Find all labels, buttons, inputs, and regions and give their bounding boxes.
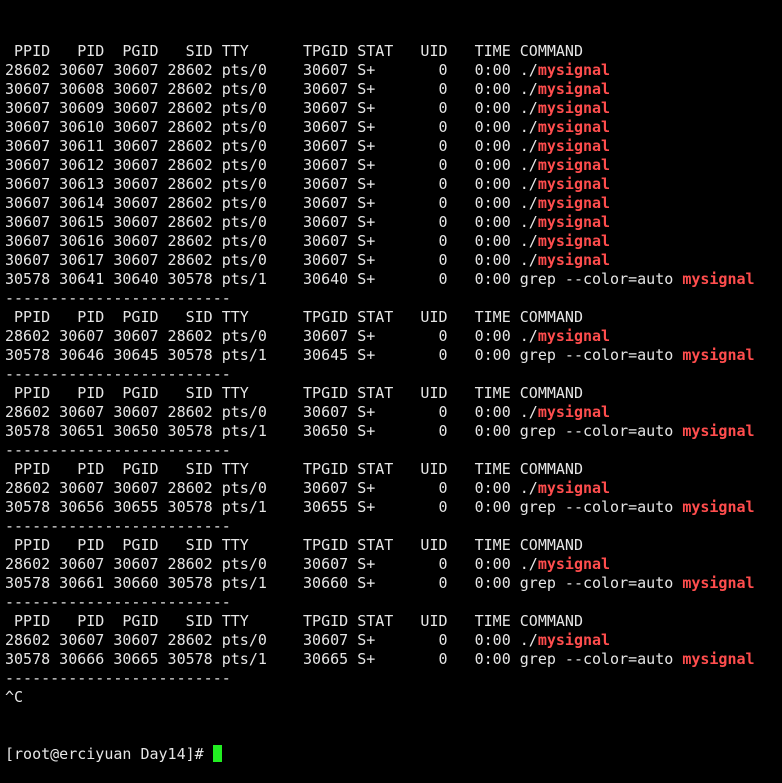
ps-column-header: PPID PID PGID SID TTY TPGID STAT UID TIM… xyxy=(5,42,583,60)
grep-match-highlight: mysignal xyxy=(537,403,611,421)
ps-column-header: PPID PID PGID SID TTY TPGID STAT UID TIM… xyxy=(5,384,583,402)
grep-match-highlight: mysignal xyxy=(537,232,611,250)
separator-line: ------------------------- xyxy=(5,517,231,535)
grep-match-highlight: mysignal xyxy=(537,555,611,573)
separator-line: ------------------------- xyxy=(5,593,231,611)
grep-match-highlight: mysignal xyxy=(537,175,611,193)
process-row-text: 30607 30611 30607 28602 pts/0 30607 S+ 0… xyxy=(5,137,538,155)
grep-match-highlight: mysignal xyxy=(682,574,755,592)
process-row: 30607 30616 30607 28602 pts/0 30607 S+ 0… xyxy=(5,232,782,251)
process-row-text: 30607 30614 30607 28602 pts/0 30607 S+ 0… xyxy=(5,194,538,212)
process-row-text: 30607 30615 30607 28602 pts/0 30607 S+ 0… xyxy=(5,213,538,231)
process-row-text: 30578 30666 30665 30578 pts/1 30665 S+ 0… xyxy=(5,650,683,668)
process-row: 30578 30661 30660 30578 pts/1 30660 S+ 0… xyxy=(5,574,782,593)
ps-column-header: PPID PID PGID SID TTY TPGID STAT UID TIM… xyxy=(5,612,583,630)
grep-match-highlight: mysignal xyxy=(537,327,611,345)
ps-column-header: PPID PID PGID SID TTY TPGID STAT UID TIM… xyxy=(5,536,583,554)
process-row-text: 30607 30610 30607 28602 pts/0 30607 S+ 0… xyxy=(5,118,538,136)
interrupt-echo: ^C xyxy=(5,688,24,706)
ps-column-header: PPID PID PGID SID TTY TPGID STAT UID TIM… xyxy=(5,308,583,326)
process-row: 30607 30617 30607 28602 pts/0 30607 S+ 0… xyxy=(5,251,782,270)
grep-match-highlight: mysignal xyxy=(682,422,755,440)
process-row-text: 28602 30607 30607 28602 pts/0 30607 S+ 0… xyxy=(5,61,538,79)
process-row-text: 30607 30617 30607 28602 pts/0 30607 S+ 0… xyxy=(5,251,538,269)
process-row: 30607 30609 30607 28602 pts/0 30607 S+ 0… xyxy=(5,99,782,118)
shell-prompt-line[interactable]: [root@erciyuan Day14]# xyxy=(5,745,782,764)
process-row: 30607 30613 30607 28602 pts/0 30607 S+ 0… xyxy=(5,175,782,194)
grep-match-highlight: mysignal xyxy=(682,270,755,288)
shell-prompt: [root@erciyuan Day14]# xyxy=(5,745,213,763)
grep-match-highlight: mysignal xyxy=(682,650,755,668)
grep-match-highlight: mysignal xyxy=(682,498,755,516)
text-cursor xyxy=(212,745,222,762)
process-row-text: 28602 30607 30607 28602 pts/0 30607 S+ 0… xyxy=(5,555,538,573)
grep-match-highlight: mysignal xyxy=(537,251,611,269)
process-row: 28602 30607 30607 28602 pts/0 30607 S+ 0… xyxy=(5,631,782,650)
grep-match-highlight: mysignal xyxy=(537,80,611,98)
process-row-text: 28602 30607 30607 28602 pts/0 30607 S+ 0… xyxy=(5,327,538,345)
process-row-text: 28602 30607 30607 28602 pts/0 30607 S+ 0… xyxy=(5,403,538,421)
process-row: 30578 30651 30650 30578 pts/1 30650 S+ 0… xyxy=(5,422,782,441)
process-row: 30607 30614 30607 28602 pts/0 30607 S+ 0… xyxy=(5,194,782,213)
process-row-text: 30607 30613 30607 28602 pts/0 30607 S+ 0… xyxy=(5,175,538,193)
process-row-text: 28602 30607 30607 28602 pts/0 30607 S+ 0… xyxy=(5,479,538,497)
terminal-output: PPID PID PGID SID TTY TPGID STAT UID TIM… xyxy=(5,42,782,707)
process-row-text: 30607 30612 30607 28602 pts/0 30607 S+ 0… xyxy=(5,156,538,174)
process-row: 28602 30607 30607 28602 pts/0 30607 S+ 0… xyxy=(5,61,782,80)
grep-match-highlight: mysignal xyxy=(537,479,611,497)
grep-match-highlight: mysignal xyxy=(537,61,611,79)
process-row-text: 30607 30616 30607 28602 pts/0 30607 S+ 0… xyxy=(5,232,538,250)
process-row: 28602 30607 30607 28602 pts/0 30607 S+ 0… xyxy=(5,555,782,574)
process-row: 28602 30607 30607 28602 pts/0 30607 S+ 0… xyxy=(5,327,782,346)
process-row-text: 28602 30607 30607 28602 pts/0 30607 S+ 0… xyxy=(5,631,538,649)
process-row: 30607 30615 30607 28602 pts/0 30607 S+ 0… xyxy=(5,213,782,232)
process-row-text: 30578 30656 30655 30578 pts/1 30655 S+ 0… xyxy=(5,498,683,516)
separator-line: ------------------------- xyxy=(5,669,231,687)
process-row: 30578 30666 30665 30578 pts/1 30665 S+ 0… xyxy=(5,650,782,669)
grep-match-highlight: mysignal xyxy=(537,137,611,155)
process-row-text: 30578 30641 30640 30578 pts/1 30640 S+ 0… xyxy=(5,270,683,288)
process-row: 30607 30610 30607 28602 pts/0 30607 S+ 0… xyxy=(5,118,782,137)
process-row: 28602 30607 30607 28602 pts/0 30607 S+ 0… xyxy=(5,403,782,422)
separator-line: ------------------------- xyxy=(5,365,231,383)
separator-line: ------------------------- xyxy=(5,441,231,459)
grep-match-highlight: mysignal xyxy=(537,213,611,231)
grep-match-highlight: mysignal xyxy=(682,346,755,364)
process-row-text: 30578 30661 30660 30578 pts/1 30660 S+ 0… xyxy=(5,574,683,592)
process-row: 30607 30608 30607 28602 pts/0 30607 S+ 0… xyxy=(5,80,782,99)
process-row: 30578 30646 30645 30578 pts/1 30645 S+ 0… xyxy=(5,346,782,365)
process-row: 30578 30656 30655 30578 pts/1 30655 S+ 0… xyxy=(5,498,782,517)
process-row: 30607 30612 30607 28602 pts/0 30607 S+ 0… xyxy=(5,156,782,175)
grep-match-highlight: mysignal xyxy=(537,631,611,649)
process-row: 30578 30641 30640 30578 pts/1 30640 S+ 0… xyxy=(5,270,782,289)
terminal-window[interactable]: PPID PID PGID SID TTY TPGID STAT UID TIM… xyxy=(0,0,782,763)
process-row-text: 30607 30608 30607 28602 pts/0 30607 S+ 0… xyxy=(5,80,538,98)
process-row: 28602 30607 30607 28602 pts/0 30607 S+ 0… xyxy=(5,479,782,498)
process-row-text: 30607 30609 30607 28602 pts/0 30607 S+ 0… xyxy=(5,99,538,117)
process-row: 30607 30611 30607 28602 pts/0 30607 S+ 0… xyxy=(5,137,782,156)
process-row-text: 30578 30646 30645 30578 pts/1 30645 S+ 0… xyxy=(5,346,683,364)
grep-match-highlight: mysignal xyxy=(537,99,611,117)
separator-line: ------------------------- xyxy=(5,289,231,307)
grep-match-highlight: mysignal xyxy=(537,194,611,212)
ps-column-header: PPID PID PGID SID TTY TPGID STAT UID TIM… xyxy=(5,460,583,478)
process-row-text: 30578 30651 30650 30578 pts/1 30650 S+ 0… xyxy=(5,422,683,440)
grep-match-highlight: mysignal xyxy=(537,156,611,174)
grep-match-highlight: mysignal xyxy=(537,118,611,136)
